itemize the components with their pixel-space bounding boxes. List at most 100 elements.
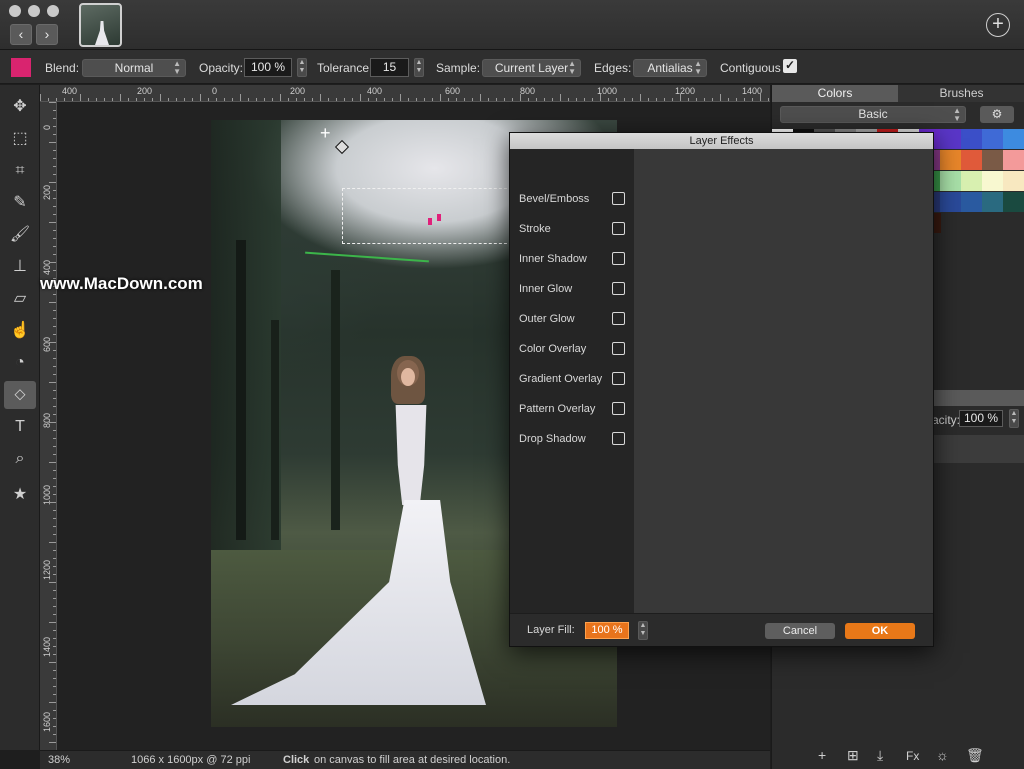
move-tool[interactable]: ✥: [4, 93, 36, 121]
effects-icon[interactable]: Fx: [906, 749, 919, 763]
ruler-label: 0: [212, 86, 218, 96]
sample-label: Sample:: [436, 61, 481, 75]
stamp-tool[interactable]: ⊥: [4, 253, 36, 281]
ruler-label: 0: [42, 124, 52, 130]
blend-value: Normal: [114, 61, 154, 75]
tab-brushes[interactable]: Brushes: [898, 85, 1024, 102]
zoom-icon: ⌕: [15, 450, 25, 467]
trash-icon[interactable]: 🗑: [966, 747, 984, 764]
crop-tool[interactable]: ⌗: [4, 157, 36, 185]
effect-row[interactable]: Outer Glow: [519, 312, 625, 328]
color-swatch[interactable]: [1003, 192, 1024, 212]
sample-select[interactable]: Current Layer ▲ ▼: [482, 59, 581, 77]
effect-row[interactable]: Inner Glow: [519, 282, 625, 298]
layer-opacity-stepper[interactable]: ▲ ▼: [1009, 409, 1019, 428]
color-swatch[interactable]: [1003, 171, 1024, 191]
zoom-window-button[interactable]: [47, 5, 59, 17]
color-swatch[interactable]: [961, 150, 983, 170]
ruler-label: 200: [42, 184, 52, 200]
close-window-button[interactable]: [9, 5, 21, 17]
layer-opacity-input[interactable]: 100 %: [959, 410, 1003, 427]
color-swatch[interactable]: [940, 192, 962, 212]
layer-fill-stepper[interactable]: ▲ ▼: [638, 621, 648, 640]
layer-fill-input[interactable]: 100 %: [585, 622, 629, 639]
foreground-color-swatch[interactable]: [11, 58, 31, 77]
effect-checkbox[interactable]: [612, 282, 625, 295]
color-swatch[interactable]: [982, 171, 1004, 191]
adjust-icon[interactable]: ☼: [936, 747, 949, 763]
vertical-ruler: 0 200 400 600 800 1000 1200 1400 1600: [40, 102, 57, 750]
layer-row[interactable]: [932, 435, 1024, 463]
forward-button[interactable]: ›: [36, 24, 58, 45]
minimize-window-button[interactable]: [28, 5, 40, 17]
effect-row[interactable]: Color Overlay: [519, 342, 625, 358]
edges-select[interactable]: Antialias ▲ ▼: [633, 59, 707, 77]
eyedropper-tool[interactable]: ✎: [4, 189, 36, 217]
marquee-tool[interactable]: ⬚: [4, 125, 36, 153]
palette-settings-button[interactable]: ⚙: [980, 106, 1014, 123]
brush-tool[interactable]: 🖌: [4, 221, 36, 249]
add-layer-icon[interactable]: +: [818, 747, 826, 763]
duplicate-layer-icon[interactable]: ⊞: [847, 747, 859, 764]
effect-checkbox[interactable]: [612, 432, 625, 445]
effect-checkbox[interactable]: [612, 402, 625, 415]
paint-bucket-icon: ⬦: [14, 386, 26, 403]
fill-tool[interactable]: ⬦: [4, 381, 36, 409]
select-arrows-icon: ▲ ▼: [173, 59, 181, 76]
zoom-tool[interactable]: ⌕: [4, 445, 36, 473]
text-tool[interactable]: T: [4, 413, 36, 441]
ruler-label: 1200: [675, 86, 696, 96]
color-swatch[interactable]: [982, 192, 1004, 212]
effect-label: Outer Glow: [519, 313, 575, 325]
dodge-tool[interactable]: ◔: [4, 349, 36, 377]
effects-list: Bevel/Emboss Stroke Inner Shadow Inner Glow…: [510, 149, 634, 613]
tolerance-stepper[interactable]: ▲ ▼: [414, 58, 424, 77]
color-swatch[interactable]: [961, 129, 983, 149]
smudge-tool[interactable]: ☝: [4, 317, 36, 345]
color-swatch[interactable]: [982, 150, 1004, 170]
color-swatch[interactable]: [940, 150, 962, 170]
effect-row[interactable]: Bevel/Emboss: [519, 192, 625, 208]
effect-row[interactable]: Stroke: [519, 222, 625, 238]
ok-button[interactable]: OK: [845, 623, 915, 639]
text-icon: T: [15, 418, 25, 435]
contiguous-label: Contiguous: [720, 61, 781, 75]
new-document-button[interactable]: +: [986, 13, 1010, 37]
effect-row[interactable]: Pattern Overlay: [519, 402, 625, 418]
tolerance-input[interactable]: 15: [370, 58, 409, 77]
cancel-button[interactable]: Cancel: [765, 623, 835, 639]
favorites-tool[interactable]: ★: [4, 481, 36, 509]
effect-row[interactable]: Drop Shadow: [519, 432, 625, 448]
zoom-level[interactable]: 38%: [48, 754, 70, 766]
effect-row[interactable]: Inner Shadow: [519, 252, 625, 268]
eraser-tool[interactable]: ▱: [4, 285, 36, 313]
effect-row[interactable]: Gradient Overlay: [519, 372, 625, 388]
effect-label: Stroke: [519, 223, 551, 235]
effect-checkbox[interactable]: [612, 222, 625, 235]
tab-colors[interactable]: Colors: [772, 85, 898, 102]
back-button[interactable]: ‹: [10, 24, 32, 45]
move-icon: ✥: [13, 98, 27, 115]
color-swatch[interactable]: [982, 129, 1004, 149]
blend-select[interactable]: Normal ▲ ▼: [82, 59, 186, 77]
dialog-title: Layer Effects: [510, 133, 933, 149]
color-swatch[interactable]: [961, 192, 983, 212]
effect-checkbox[interactable]: [612, 252, 625, 265]
download-icon[interactable]: ⤓: [877, 747, 883, 764]
effect-checkbox[interactable]: [612, 312, 625, 325]
effect-checkbox[interactable]: [612, 192, 625, 205]
effect-checkbox[interactable]: [612, 372, 625, 385]
color-swatch[interactable]: [1003, 150, 1024, 170]
document-thumbnail[interactable]: [79, 3, 122, 47]
color-swatch[interactable]: [940, 171, 962, 191]
opacity-input[interactable]: 100 %: [244, 58, 292, 77]
opacity-stepper[interactable]: ▲ ▼: [297, 58, 307, 77]
color-swatch[interactable]: [1003, 129, 1024, 149]
color-swatch[interactable]: [961, 171, 983, 191]
contiguous-checkbox[interactable]: ✓: [783, 59, 797, 73]
smudge-icon: ☝: [10, 322, 30, 339]
crosshair-cursor-icon: +: [320, 123, 331, 143]
color-swatch[interactable]: [940, 129, 962, 149]
palette-select[interactable]: Basic ▲ ▼: [780, 106, 966, 123]
effect-checkbox[interactable]: [612, 342, 625, 355]
